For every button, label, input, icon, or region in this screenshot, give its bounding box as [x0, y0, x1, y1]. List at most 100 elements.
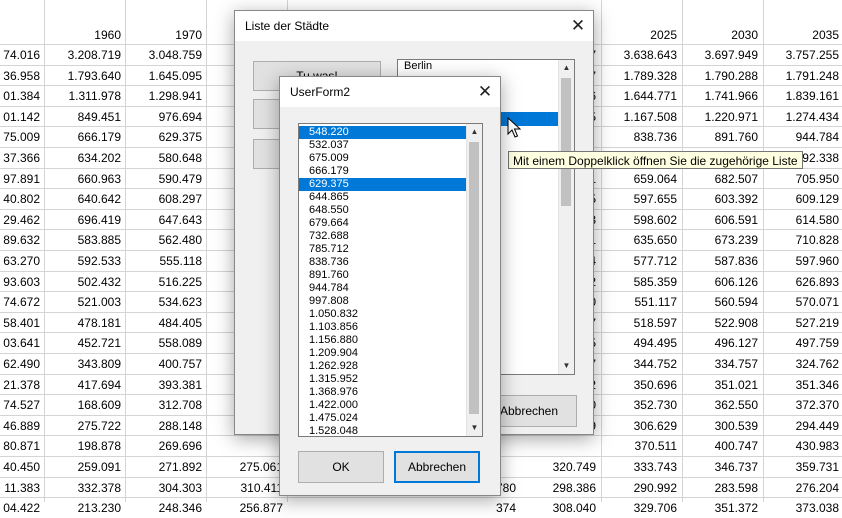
table-cell[interactable]: 37.366 [0, 148, 44, 168]
table-cell[interactable]: 294.449 [763, 416, 842, 436]
table-cell[interactable]: 324.762 [763, 354, 842, 374]
table-cell[interactable]: 534.623 [126, 292, 206, 312]
table-cell[interactable]: 891.760 [682, 127, 762, 147]
list-item[interactable]: 1.528.048 [299, 425, 482, 436]
table-cell[interactable]: 1.311.978 [45, 86, 125, 106]
list-item[interactable]: 629.375 [299, 178, 482, 191]
table-cell[interactable]: 74.527 [0, 395, 44, 415]
scroll-up-icon[interactable]: ▲ [467, 124, 482, 140]
list-item[interactable]: 891.760 [299, 269, 482, 282]
table-cell[interactable]: 89.632 [0, 230, 44, 250]
table-cell[interactable]: 343.809 [45, 354, 125, 374]
table-cell[interactable]: 1.839.161 [763, 86, 842, 106]
table-cell[interactable]: 592.533 [45, 251, 125, 271]
table-cell[interactable]: 362.550 [682, 395, 762, 415]
table-cell[interactable]: 359.731 [763, 457, 842, 477]
table-cell[interactable]: 635.650 [601, 230, 681, 250]
table-cell[interactable]: 587.836 [682, 251, 762, 271]
values-scrollbar[interactable]: ▲ ▼ [466, 124, 482, 436]
list-item-selected[interactable] [494, 112, 558, 126]
list-item-berlin[interactable]: Berlin [398, 60, 574, 73]
table-cell[interactable]: 838.736 [601, 127, 681, 147]
list-item[interactable]: 1.050.832 [299, 308, 482, 321]
table-cell[interactable]: 308.040 [520, 498, 600, 518]
scroll-up-icon[interactable]: ▲ [559, 60, 574, 76]
table-cell[interactable]: 300.539 [682, 416, 762, 436]
list-item[interactable]: 732.688 [299, 230, 482, 243]
column-header[interactable]: 2035 [763, 24, 842, 46]
table-cell[interactable]: 1.298.941 [126, 86, 206, 106]
table-cell[interactable]: 168.609 [45, 395, 125, 415]
table-cell[interactable]: 320.749 [520, 457, 600, 477]
table-cell[interactable]: 3.048.759 [126, 45, 206, 65]
table-cell[interactable]: 570.071 [763, 292, 842, 312]
table-cell[interactable]: 259.091 [45, 457, 125, 477]
table-cell[interactable]: 97.891 [0, 169, 44, 189]
table-cell[interactable]: 551.117 [601, 292, 681, 312]
table-cell[interactable]: 03.641 [0, 333, 44, 353]
list-item[interactable]: 1.475.024 [299, 412, 482, 425]
list-item[interactable]: 1.156.880 [299, 334, 482, 347]
table-cell[interactable]: 312.708 [126, 395, 206, 415]
staedte-scrollbar[interactable]: ▲ ▼ [558, 60, 574, 374]
table-cell[interactable]: 606.591 [682, 210, 762, 230]
table-cell[interactable]: 370.511 [601, 436, 681, 456]
table-cell[interactable]: 577.712 [601, 251, 681, 271]
table-cell[interactable]: 351.372 [682, 498, 762, 518]
table-cell[interactable]: 01.384 [0, 86, 44, 106]
table-cell[interactable]: 597.960 [763, 251, 842, 271]
table-cell[interactable]: 705.950 [763, 169, 842, 189]
list-item[interactable]: 548.220 [299, 126, 482, 139]
close-icon[interactable]: ✕ [470, 77, 500, 107]
table-cell[interactable]: 1.789.328 [601, 66, 681, 86]
table-cell[interactable]: 248.346 [126, 498, 206, 518]
table-cell[interactable]: 275.061 [207, 457, 287, 477]
table-cell[interactable]: 527.219 [763, 313, 842, 333]
table-cell[interactable]: 452.721 [45, 333, 125, 353]
list-item[interactable]: 666.179 [299, 165, 482, 178]
table-cell[interactable]: 585.359 [601, 272, 681, 292]
list-item[interactable]: 1.315.952 [299, 373, 482, 386]
table-cell[interactable]: 1.274.434 [763, 107, 842, 127]
column-header[interactable]: 1970 [126, 24, 206, 46]
table-cell[interactable]: 521.003 [45, 292, 125, 312]
column-header[interactable]: 1960 [45, 24, 125, 46]
table-cell[interactable]: 1.790.288 [682, 66, 762, 86]
table-cell[interactable]: 580.648 [126, 148, 206, 168]
table-cell[interactable]: 430.983 [763, 436, 842, 456]
table-cell[interactable]: 346.737 [682, 457, 762, 477]
table-cell[interactable]: 3.697.949 [682, 45, 762, 65]
list-item[interactable]: 1.209.904 [299, 347, 482, 360]
table-cell[interactable]: 21.378 [0, 375, 44, 395]
table-cell[interactable]: 333.743 [601, 457, 681, 477]
table-cell[interactable]: 590.479 [126, 169, 206, 189]
scroll-down-icon[interactable]: ▼ [467, 420, 482, 436]
table-cell[interactable]: 944.784 [763, 127, 842, 147]
table-cell[interactable]: 634.202 [45, 148, 125, 168]
table-cell[interactable]: 494.495 [601, 333, 681, 353]
table-cell[interactable]: 518.597 [601, 313, 681, 333]
list-item[interactable]: 1.262.928 [299, 360, 482, 373]
table-cell[interactable]: 351.021 [682, 375, 762, 395]
table-cell[interactable]: 283.598 [682, 478, 762, 498]
close-icon[interactable]: ✕ [563, 11, 593, 41]
table-cell[interactable]: 04.422 [0, 498, 44, 518]
table-cell[interactable]: 1.645.095 [126, 66, 206, 86]
table-cell[interactable]: 256.877 [207, 498, 287, 518]
table-cell[interactable]: 373.038 [763, 498, 842, 518]
table-cell[interactable]: 583.885 [45, 230, 125, 250]
table-cell[interactable]: 555.118 [126, 251, 206, 271]
table-cell[interactable]: 417.694 [45, 375, 125, 395]
table-cell[interactable]: 629.375 [126, 127, 206, 147]
values-listbox[interactable]: 548.220 532.037 675.009 666.179 629.375 644.8… [298, 123, 483, 437]
table-cell[interactable]: 29.462 [0, 210, 44, 230]
table-cell[interactable]: 560.594 [682, 292, 762, 312]
table-cell[interactable]: 276.204 [763, 478, 842, 498]
scroll-down-icon[interactable]: ▼ [559, 358, 574, 374]
table-cell[interactable]: 1.793.640 [45, 66, 125, 86]
table-cell[interactable]: 608.297 [126, 189, 206, 209]
table-cell[interactable]: 374 [470, 498, 520, 518]
table-cell[interactable]: 11.383 [0, 478, 44, 498]
table-cell[interactable]: 58.401 [0, 313, 44, 333]
table-cell[interactable]: 352.730 [601, 395, 681, 415]
